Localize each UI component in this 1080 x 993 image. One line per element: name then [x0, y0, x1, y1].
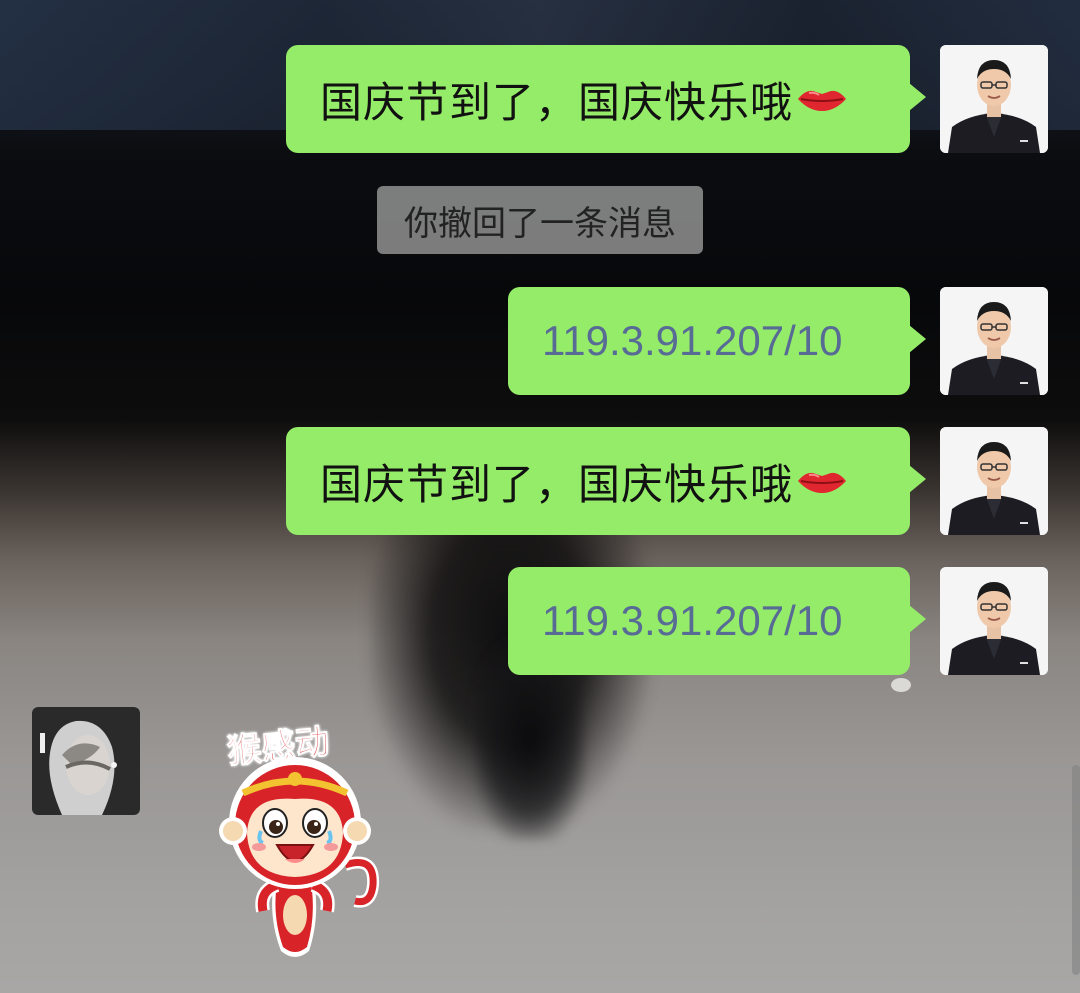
my-avatar[interactable] — [940, 287, 1048, 395]
message-row-sent: 国庆节到了，国庆快乐哦 — [286, 427, 1048, 535]
my-avatar[interactable] — [940, 45, 1048, 153]
message-row-sent: 119.3.91.207/10 — [508, 567, 1048, 675]
message-text-content: 国庆节到了，国庆快乐哦 — [320, 77, 794, 127]
man-avatar-icon — [940, 287, 1048, 395]
my-avatar[interactable] — [940, 567, 1048, 675]
text-bubble[interactable]: 国庆节到了，国庆快乐哦 — [286, 45, 926, 153]
message-row-sent: 国庆节到了，国庆快乐哦 — [286, 45, 1048, 153]
recall-notice: 你撤回了一条消息 — [377, 186, 703, 254]
message-text-content: 国庆节到了，国庆快乐哦 — [320, 459, 794, 509]
message-text: 国庆节到了，国庆快乐哦 — [286, 69, 883, 130]
man-avatar-icon — [940, 45, 1048, 153]
link-text[interactable]: 119.3.91.207/10 — [508, 317, 875, 365]
message-text: 国庆节到了，国庆快乐哦 — [286, 451, 883, 512]
link-text[interactable]: 119.3.91.207/10 — [508, 597, 875, 645]
text-bubble[interactable]: 国庆节到了，国庆快乐哦 — [286, 427, 926, 535]
background-light-spot — [891, 678, 911, 692]
message-row-sent: 119.3.91.207/10 — [508, 287, 1048, 395]
lips-icon — [798, 90, 847, 111]
chat-window: { "chat": { "messages": [ {"type": "text… — [0, 0, 1080, 993]
monkey-sticker[interactable]: 猴感动 — [215, 715, 385, 965]
scrollbar[interactable] — [1072, 765, 1080, 975]
link-bubble[interactable]: 119.3.91.207/10 — [508, 287, 926, 395]
man-avatar-icon — [940, 567, 1048, 675]
message-row-received — [32, 707, 140, 815]
my-avatar[interactable] — [940, 427, 1048, 535]
woman-avatar-icon — [32, 707, 140, 815]
link-bubble[interactable]: 119.3.91.207/10 — [508, 567, 926, 675]
lips-icon — [798, 472, 847, 493]
man-avatar-icon — [940, 427, 1048, 535]
contact-avatar[interactable] — [32, 707, 140, 815]
